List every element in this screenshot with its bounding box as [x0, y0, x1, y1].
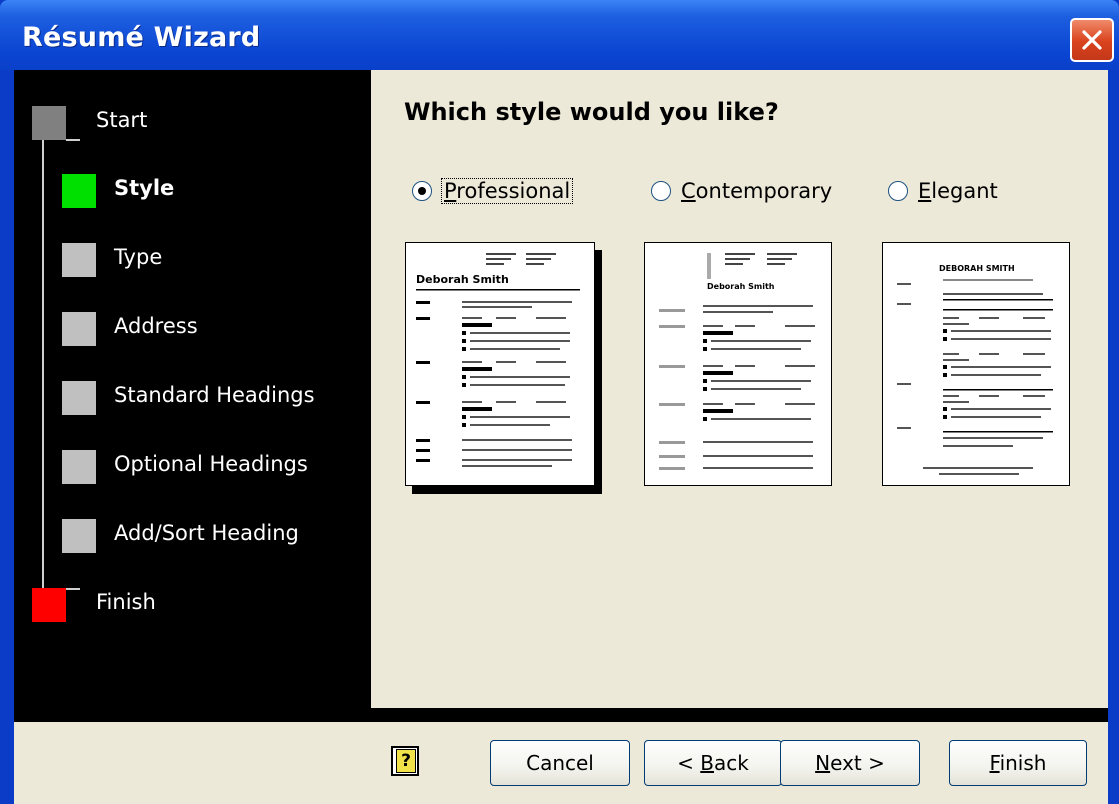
window-title: Résumé Wizard: [22, 22, 261, 53]
step-finish-label: Finish: [96, 590, 156, 614]
help-button[interactable]: ?: [391, 746, 419, 776]
step-style[interactable]: Style: [14, 174, 371, 214]
preview-elegant[interactable]: DEBORAH SMITH: [882, 242, 1070, 486]
step-standard-headings[interactable]: Standard Headings: [14, 381, 371, 421]
step-standard-headings-label: Standard Headings: [114, 383, 315, 407]
preview-name-text: Deborah Smith: [707, 282, 775, 291]
wizard-client-area: Start Style Type Address Standard Headin…: [14, 70, 1108, 804]
radio-circle: [412, 181, 432, 201]
step-tick: [66, 588, 80, 590]
preview-professional[interactable]: Deborah Smith: [405, 242, 595, 486]
step-optional-headings[interactable]: Optional Headings: [14, 450, 371, 490]
step-optional-headings-marker: [62, 450, 96, 484]
step-style-marker: [62, 174, 96, 208]
step-add-sort-heading[interactable]: Add/Sort Heading: [14, 519, 371, 559]
preview-name-text: DEBORAH SMITH: [939, 264, 1015, 273]
resume-wizard-window: Résumé Wizard Start Style Type Address S…: [0, 0, 1119, 804]
preview-contemporary-art: Deborah Smith: [659, 253, 815, 470]
window-frame-left: [0, 70, 14, 804]
radio-circle: [651, 181, 671, 201]
question-icon: ?: [396, 749, 416, 773]
preview-contemporary[interactable]: Deborah Smith: [644, 242, 832, 486]
step-tick: [66, 139, 80, 141]
step-finish-marker: [32, 588, 66, 622]
step-add-sort-heading-label: Add/Sort Heading: [114, 521, 299, 545]
step-address[interactable]: Address: [14, 312, 371, 352]
step-optional-headings-label: Optional Headings: [114, 452, 308, 476]
step-start-label: Start: [96, 108, 148, 132]
page-heading: Which style would you like?: [404, 98, 779, 126]
radio-circle: [888, 181, 908, 201]
step-finish[interactable]: Finish: [14, 588, 371, 628]
radio-elegant-label: Elegant: [918, 179, 998, 203]
close-icon: [1082, 30, 1102, 50]
step-style-label: Style: [114, 176, 175, 200]
next-button[interactable]: Next >: [780, 740, 920, 786]
step-sidebar: Start Style Type Address Standard Headin…: [14, 70, 371, 708]
preview-elegant-art: DEBORAH SMITH: [897, 264, 1053, 475]
step-type-marker: [62, 243, 96, 277]
radio-professional-label: Professional: [440, 178, 574, 204]
radio-contemporary-label: Contemporary: [681, 179, 833, 203]
step-add-sort-heading-marker: [62, 519, 96, 553]
step-start-marker: [32, 106, 66, 140]
step-start[interactable]: Start: [14, 106, 371, 146]
step-type-label: Type: [114, 245, 163, 269]
step-address-marker: [62, 312, 96, 346]
back-button[interactable]: < Back: [644, 740, 782, 786]
step-standard-headings-marker: [62, 381, 96, 415]
radio-selected-dot: [418, 187, 426, 195]
finish-button[interactable]: Finish: [949, 740, 1087, 786]
preview-professional-art: Deborah Smith: [416, 253, 580, 467]
step-address-label: Address: [114, 314, 198, 338]
preview-name-text: Deborah Smith: [416, 273, 509, 286]
step-type[interactable]: Type: [14, 243, 371, 283]
window-frame-right: [1108, 70, 1119, 804]
close-button[interactable]: [1070, 18, 1114, 62]
cancel-button[interactable]: Cancel: [490, 740, 630, 786]
content-footer-separator: [14, 708, 1108, 722]
